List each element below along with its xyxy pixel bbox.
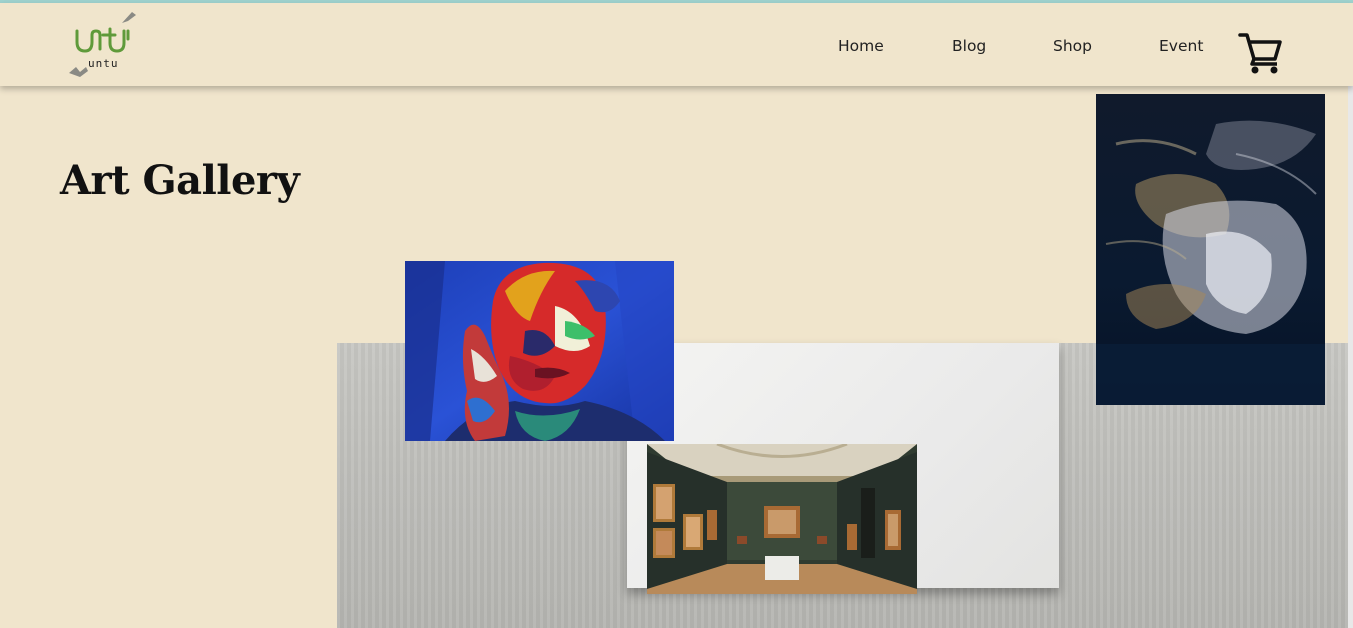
page-title: Art Gallery — [60, 157, 300, 204]
nav-item-blog[interactable]: Blog — [952, 37, 986, 55]
artwork-painted-face-image[interactable] — [405, 261, 674, 441]
page-scrollbar[interactable] — [1348, 3, 1353, 628]
nav-item-shop[interactable]: Shop — [1053, 37, 1092, 55]
untu-logo-icon — [69, 12, 136, 77]
nav-item-event[interactable]: Event — [1159, 37, 1203, 55]
site-logo[interactable]: untu — [66, 9, 142, 83]
shopping-cart-icon — [1238, 33, 1282, 74]
nav-item-home[interactable]: Home — [838, 37, 884, 55]
cart-button[interactable] — [1237, 31, 1283, 75]
artwork-dancer-motion-image[interactable] — [1096, 94, 1325, 405]
site-header: untu Home Blog Shop Event — [0, 3, 1353, 86]
logo-text: untu — [88, 57, 119, 70]
artwork-museum-hall-image[interactable] — [647, 444, 917, 594]
